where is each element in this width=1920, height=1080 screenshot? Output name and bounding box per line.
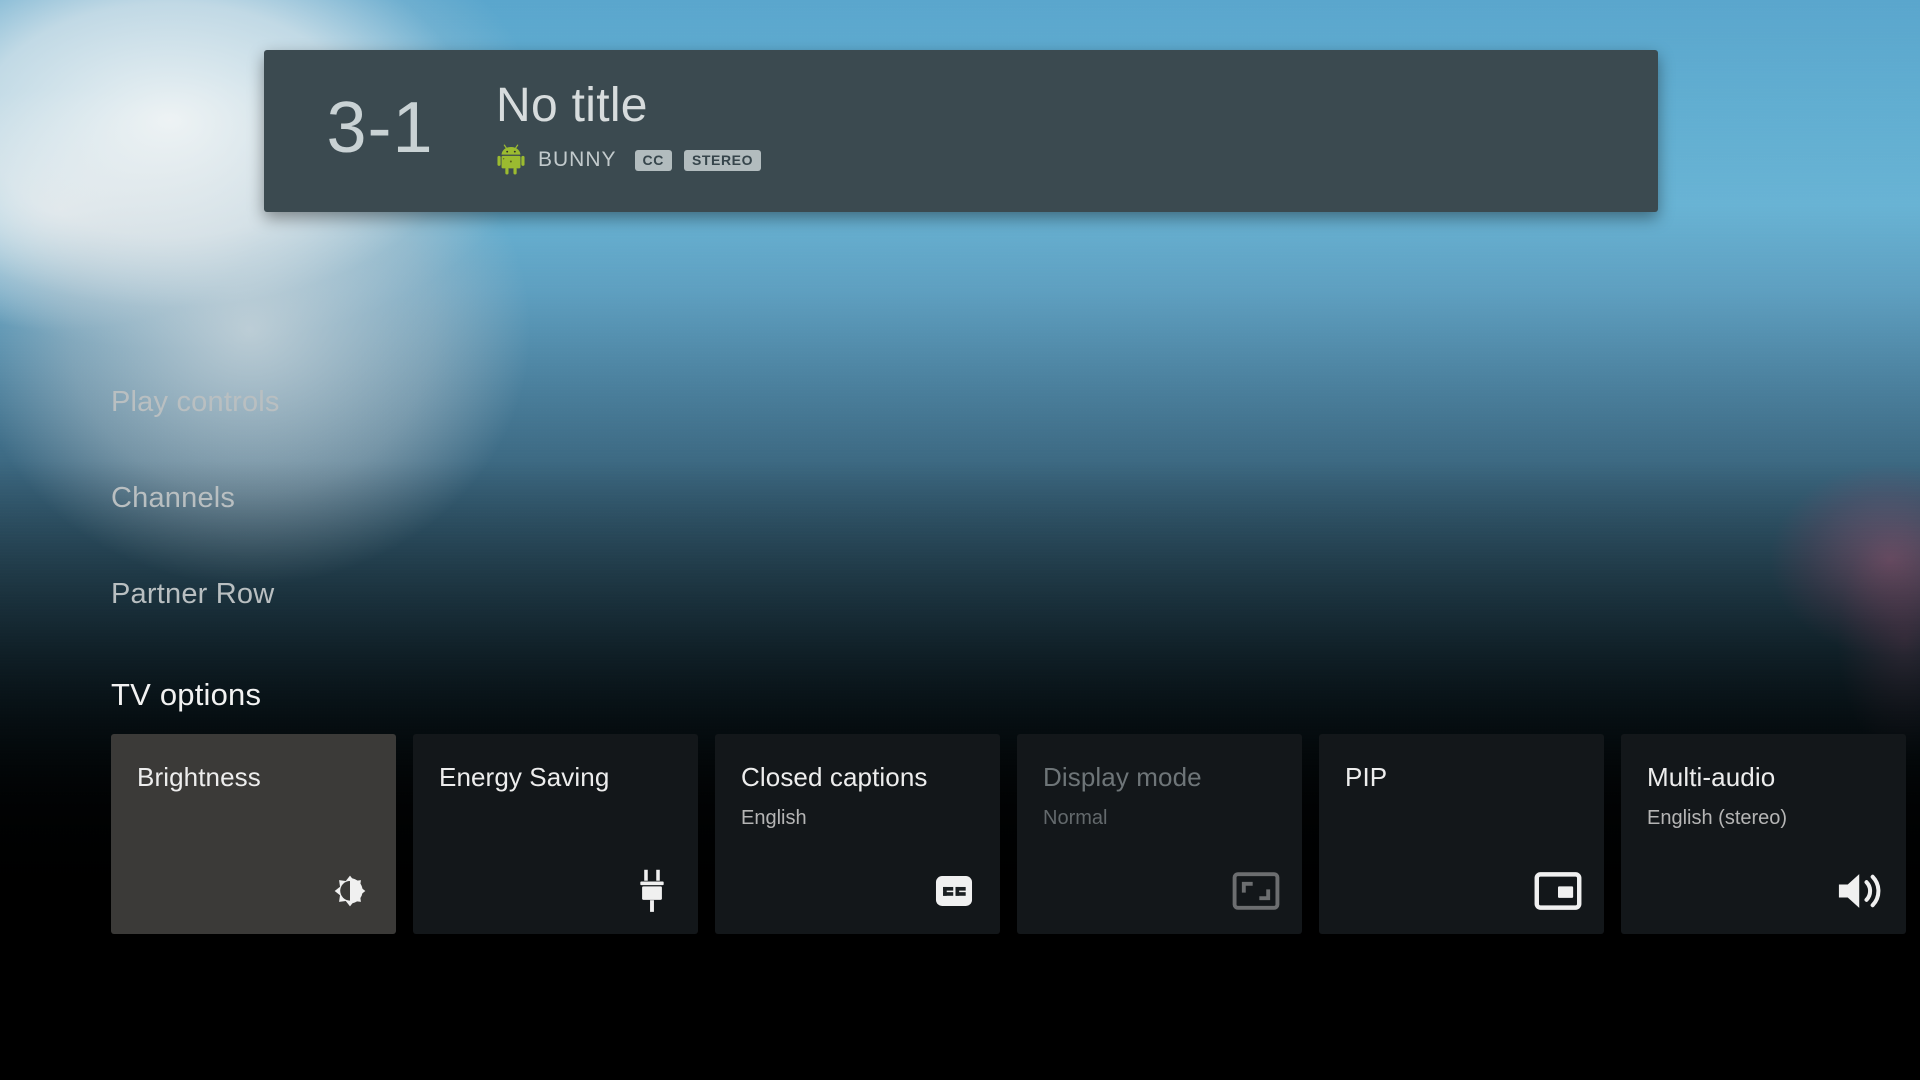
volume-up-icon	[1834, 865, 1886, 917]
option-card-pip[interactable]: PIP	[1319, 734, 1604, 934]
option-card-title: Multi-audio	[1647, 762, 1776, 792]
status-badge-stereo: STEREO	[683, 149, 762, 171]
option-card-title: Brightness	[137, 762, 261, 792]
program-title: No title	[496, 79, 648, 132]
option-card-energy-saving[interactable]: Energy Saving	[413, 734, 698, 934]
option-card-brightness[interactable]: Brightness	[111, 734, 396, 934]
channel-number: 3-1	[326, 88, 434, 168]
android-robot-icon	[496, 144, 526, 176]
power-plug-icon	[626, 865, 678, 917]
pip-icon	[1532, 865, 1584, 917]
option-card-title: Energy Saving	[439, 762, 610, 792]
banner-metadata-row: BUNNY CC STEREO	[496, 144, 1658, 176]
row-header-partner-row[interactable]: Partner Row	[111, 578, 274, 611]
closed-caption-icon	[928, 865, 980, 917]
option-card-value: English (stereo)	[1647, 807, 1788, 829]
aspect-ratio-icon	[1230, 865, 1282, 917]
row-header-channels[interactable]: Channels	[111, 482, 235, 515]
option-card-title: Display mode	[1043, 762, 1202, 792]
channel-name: BUNNY	[538, 148, 617, 171]
option-card-title: PIP	[1345, 762, 1388, 792]
row-header-play-controls[interactable]: Play controls	[111, 386, 280, 419]
channel-info-banner: 3-1 No title BUNNY CC STEREO	[264, 50, 1658, 212]
status-badge-cc: CC	[634, 149, 672, 171]
option-card-value: Normal	[1043, 807, 1108, 829]
option-card-closed-captions[interactable]: Closed captions English	[715, 734, 1000, 934]
banner-text-block: No title BUNNY CC STEREO	[496, 50, 1658, 212]
brightness-icon	[324, 865, 376, 917]
option-card-display-mode: Display mode Normal	[1017, 734, 1302, 934]
android-tv-home-screen: 3-1 No title BUNNY CC STEREO Play contro…	[0, 0, 1920, 1080]
row-header-tv-options: TV options	[111, 677, 262, 712]
option-card-title: Closed captions	[741, 762, 928, 792]
option-card-value: English	[741, 807, 807, 829]
tv-options-card-row: Brightness Energy Saving Closed captions…	[111, 734, 1906, 934]
option-card-multi-audio[interactable]: Multi-audio English (stereo)	[1621, 734, 1906, 934]
